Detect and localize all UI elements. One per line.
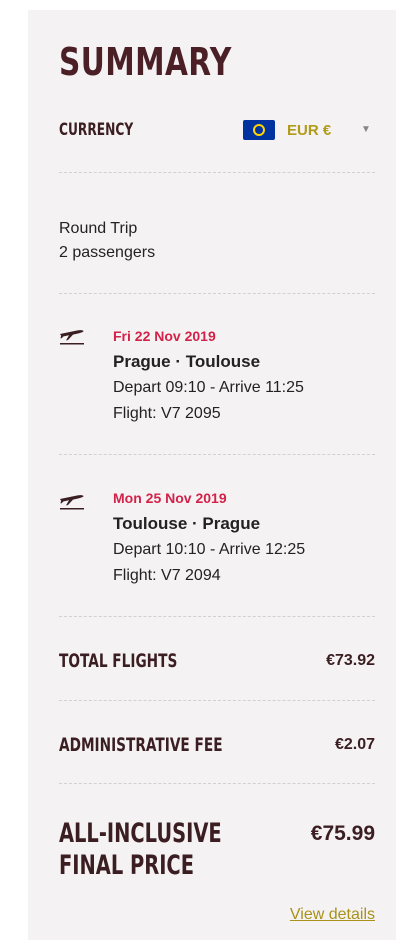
admin-fee-label: ADMINISTRATIVE FEE: [59, 734, 223, 756]
chevron-down-icon[interactable]: ▼: [361, 124, 371, 135]
summary-panel: SUMMARY CURRENCY EUR € ▼ Round Trip 2 pa…: [28, 10, 396, 940]
currency-label: CURRENCY: [59, 120, 134, 140]
divider: [59, 783, 375, 784]
flight-number: Flight: V7 2095: [113, 405, 221, 422]
flight-times: Depart 09:10 - Arrive 11:25: [113, 379, 304, 396]
plane-takeoff-icon: [60, 495, 84, 510]
final-price-label: ALL-INCLUSIVE FINAL PRICE: [59, 818, 222, 882]
divider: [59, 172, 375, 173]
flight-times: Depart 10:10 - Arrive 12:25: [113, 541, 306, 558]
passenger-count: 2 passengers: [59, 244, 156, 261]
view-details-link[interactable]: View details: [290, 906, 375, 924]
summary-title: SUMMARY: [59, 40, 232, 84]
divider: [59, 616, 375, 617]
divider: [59, 454, 375, 455]
final-price-label-line2: FINAL PRICE: [59, 850, 194, 881]
eu-flag-icon[interactable]: [243, 120, 275, 140]
flight-date: Fri 22 Nov 2019: [113, 328, 216, 344]
flight-route: Prague · Toulouse: [113, 352, 261, 371]
currency-select[interactable]: EUR €: [287, 122, 331, 139]
flight-route: Toulouse · Prague: [113, 514, 261, 533]
trip-type: Round Trip: [59, 220, 138, 237]
final-price-value: €75.99: [310, 822, 375, 845]
divider: [59, 700, 375, 701]
divider: [59, 293, 375, 294]
flight-date: Mon 25 Nov 2019: [113, 490, 227, 506]
total-flights-label: TOTAL FLIGHTS: [59, 650, 178, 672]
flight-number: Flight: V7 2094: [113, 567, 221, 584]
total-flights-value: €73.92: [326, 652, 375, 669]
final-price-label-line1: ALL-INCLUSIVE: [59, 818, 222, 849]
plane-takeoff-icon: [60, 330, 84, 345]
admin-fee-value: €2.07: [334, 736, 375, 753]
